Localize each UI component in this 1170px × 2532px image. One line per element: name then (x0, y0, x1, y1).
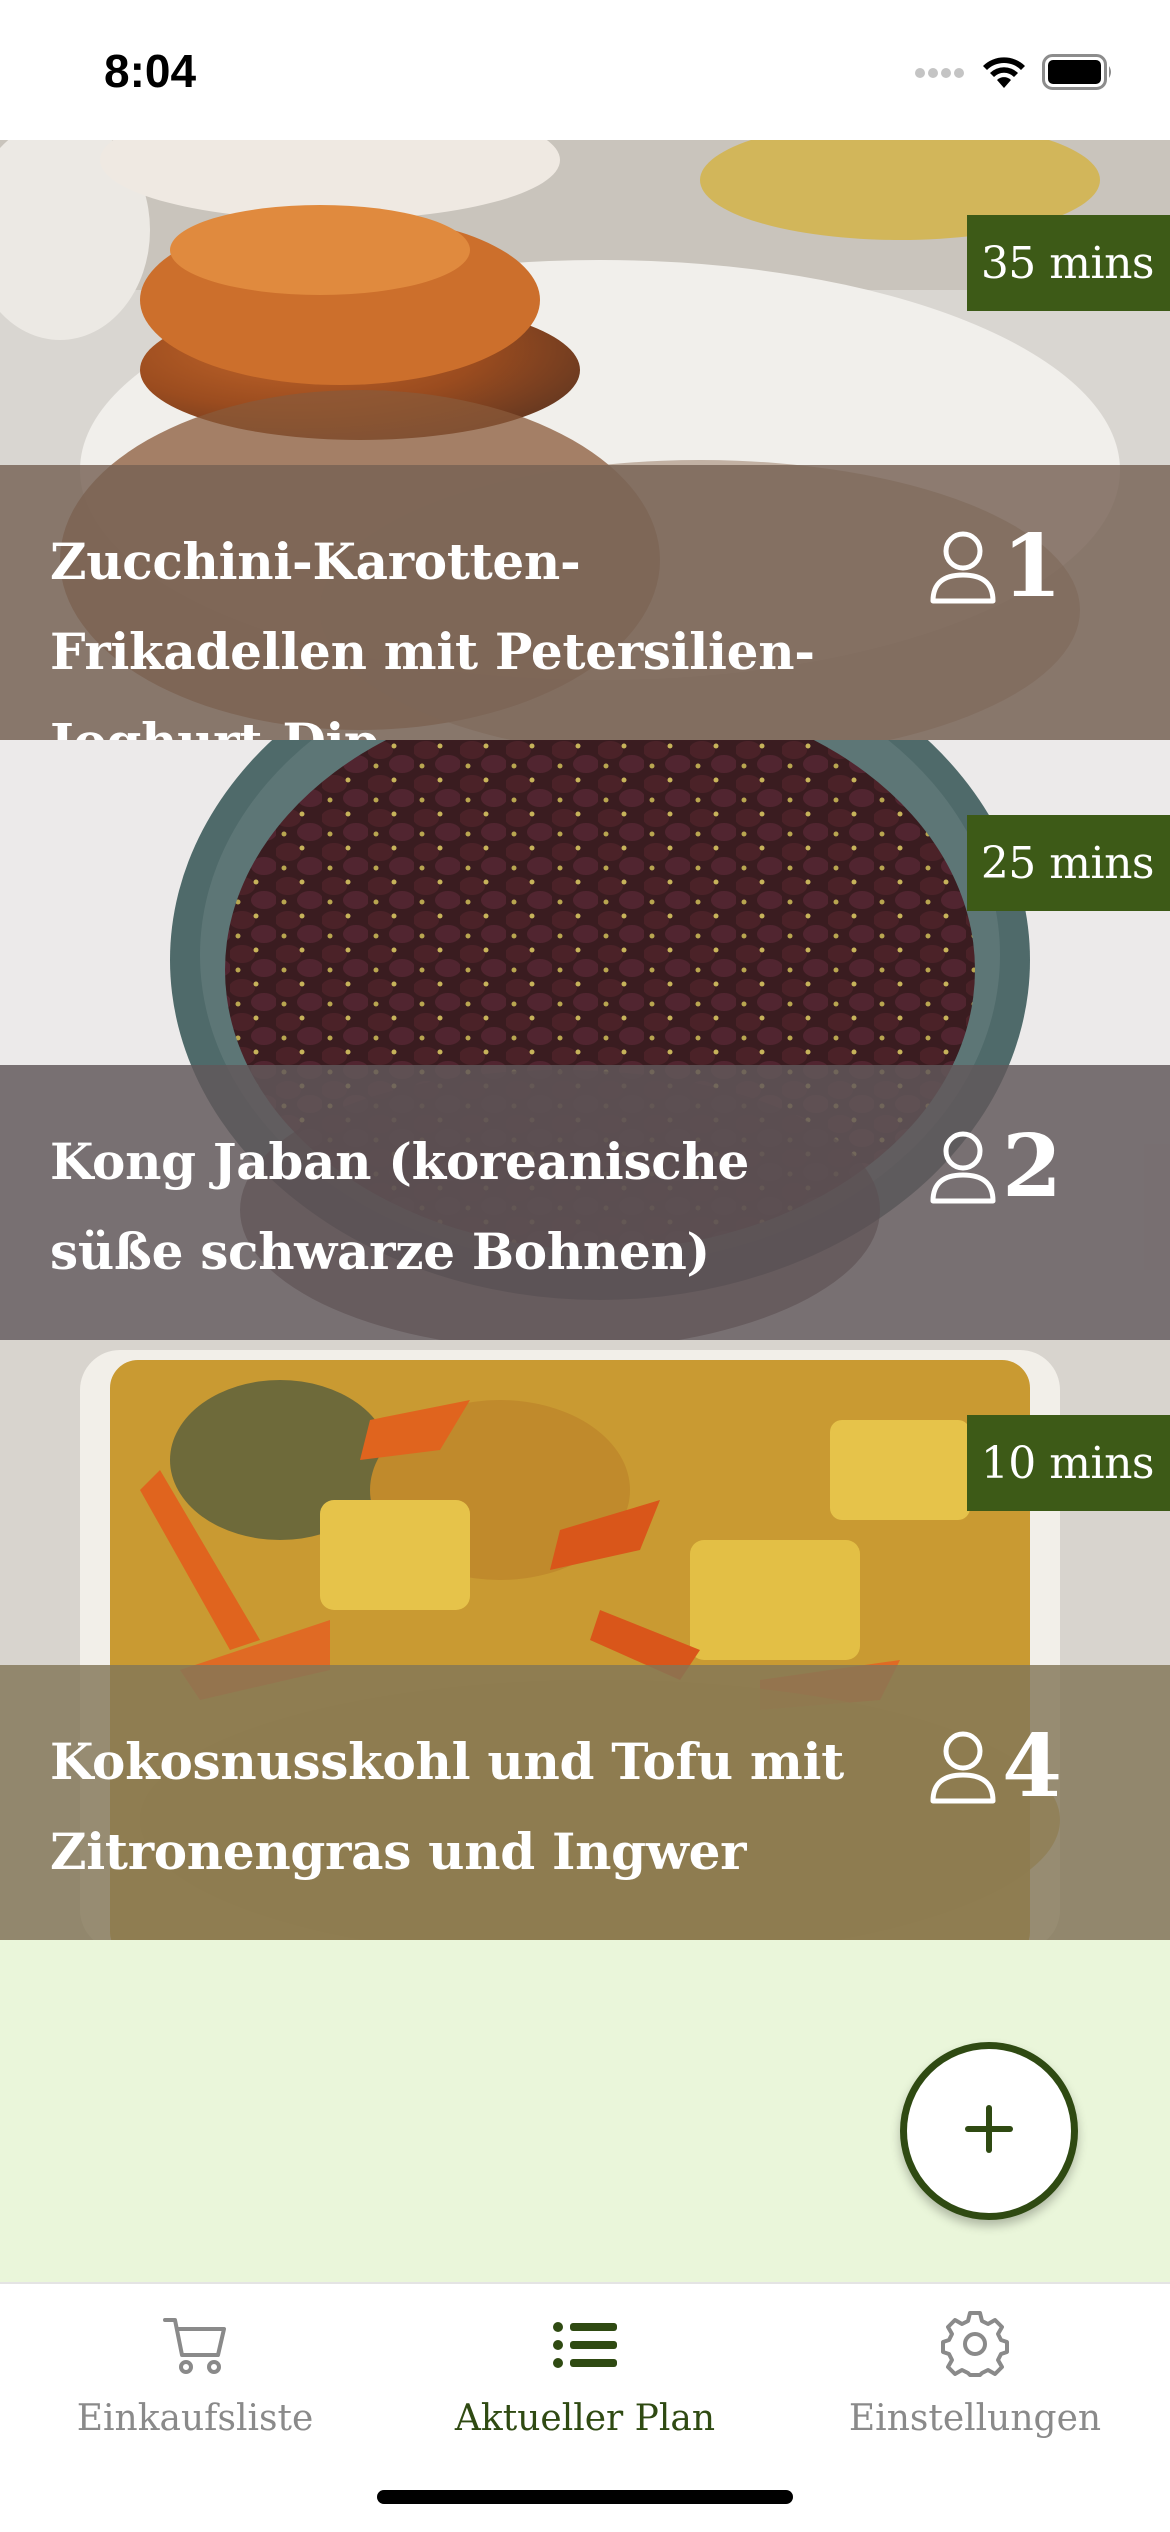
tab-label: Einstellungen (848, 2398, 1102, 2439)
tab-label: Aktueller Plan (454, 2398, 716, 2439)
cart-icon (162, 2300, 228, 2390)
add-recipe-button[interactable] (900, 2042, 1078, 2220)
wifi-icon (980, 54, 1028, 94)
recipe-card[interactable]: 35 mins Zucchini-Karotten-Frikadellen mi… (0, 140, 1170, 740)
cooking-time-badge: 25 mins (966, 815, 1170, 911)
servings-count: 1 (1002, 516, 1062, 617)
tab-label: Einkaufsliste (76, 2398, 314, 2439)
status-time: 8:04 (104, 45, 197, 97)
status-bar: 8:04 (0, 0, 1170, 140)
status-icons (914, 50, 1114, 98)
gear-icon (941, 2300, 1009, 2390)
plus-icon (963, 2103, 1015, 2159)
cooking-time-badge: 10 mins (966, 1415, 1170, 1511)
person-icon (928, 1729, 998, 1805)
recipe-title: Kong Jaban (koreanische süße schwarze Bo… (50, 1132, 750, 1281)
tab-current-plan[interactable]: Aktueller Plan (390, 2300, 780, 2450)
recipe-info-band: Kokosnusskohl und Tofu mit Zitronengras … (0, 1665, 1170, 1940)
recipe-info-band: Kong Jaban (koreanische süße schwarze Bo… (0, 1065, 1170, 1340)
recipe-card[interactable]: 10 mins Kokosnusskohl und Tofu mit Zitro… (0, 1340, 1170, 1940)
signal-icon (914, 65, 966, 84)
tab-shopping-list[interactable]: Einkaufsliste (0, 2300, 390, 2450)
servings-count: 2 (1002, 1116, 1062, 1217)
servings: 2 (928, 1117, 1062, 1217)
recipe-title: Zucchini-Karotten-Frikadellen mit Peters… (50, 532, 815, 740)
home-indicator (377, 2490, 793, 2504)
tab-settings[interactable]: Einstellungen (780, 2300, 1170, 2450)
recipe-info-band: Zucchini-Karotten-Frikadellen mit Peters… (0, 465, 1170, 740)
servings: 1 (928, 517, 1062, 617)
recipe-list: 35 mins Zucchini-Karotten-Frikadellen mi… (0, 140, 1170, 1940)
list-icon (553, 2300, 617, 2390)
servings-count: 4 (1002, 1716, 1062, 1817)
person-icon (928, 529, 998, 605)
cooking-time-badge: 35 mins (966, 215, 1170, 311)
person-icon (928, 1129, 998, 1205)
recipe-card[interactable]: 25 mins Kong Jaban (koreanische süße sch… (0, 740, 1170, 1340)
servings: 4 (928, 1717, 1062, 1817)
recipe-title: Kokosnusskohl und Tofu mit Zitronengras … (50, 1732, 844, 1881)
battery-icon (1042, 54, 1114, 94)
